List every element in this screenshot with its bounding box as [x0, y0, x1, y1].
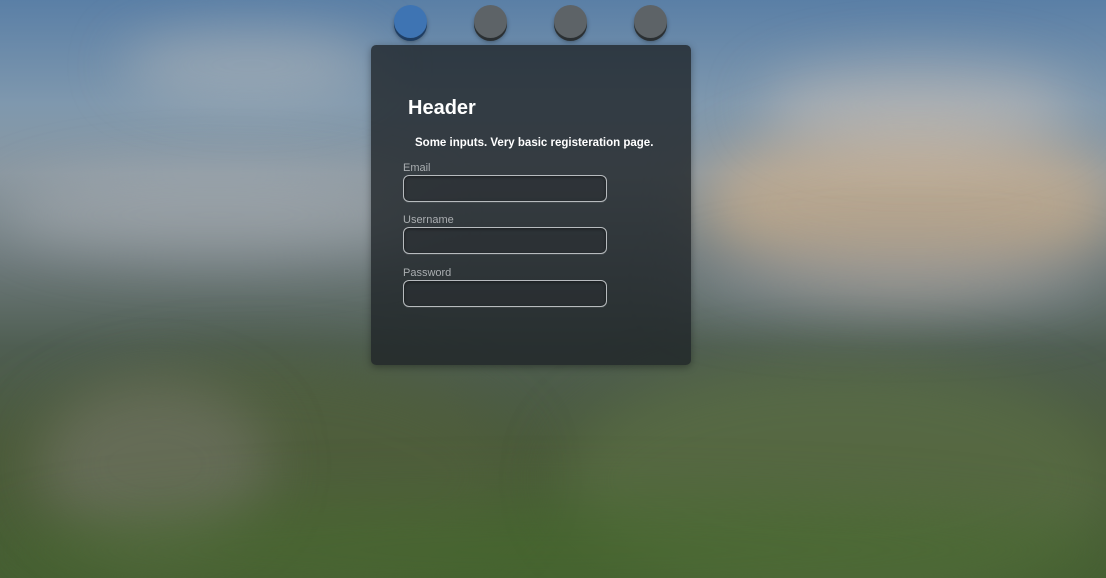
distant-sea: [680, 250, 1106, 320]
cloud: [120, 30, 380, 100]
step-3-dot[interactable]: [554, 5, 587, 38]
step-1-dot[interactable]: [394, 5, 427, 38]
username-field[interactable]: [403, 227, 607, 254]
registration-panel: Header Some inputs. Very basic registera…: [371, 45, 691, 365]
email-field[interactable]: [403, 175, 607, 202]
step-2-dot[interactable]: [474, 5, 507, 38]
password-label: Password: [403, 267, 452, 279]
form-header: Header: [408, 97, 476, 119]
email-label: Email: [403, 162, 431, 174]
step-4-dot[interactable]: [634, 5, 667, 38]
cloud: [760, 60, 1080, 150]
step-indicator: [394, 5, 694, 39]
mist: [0, 170, 430, 260]
username-label: Username: [403, 214, 454, 226]
form-subtitle: Some inputs. Very basic registeration pa…: [415, 137, 654, 149]
password-field[interactable]: [403, 280, 607, 307]
